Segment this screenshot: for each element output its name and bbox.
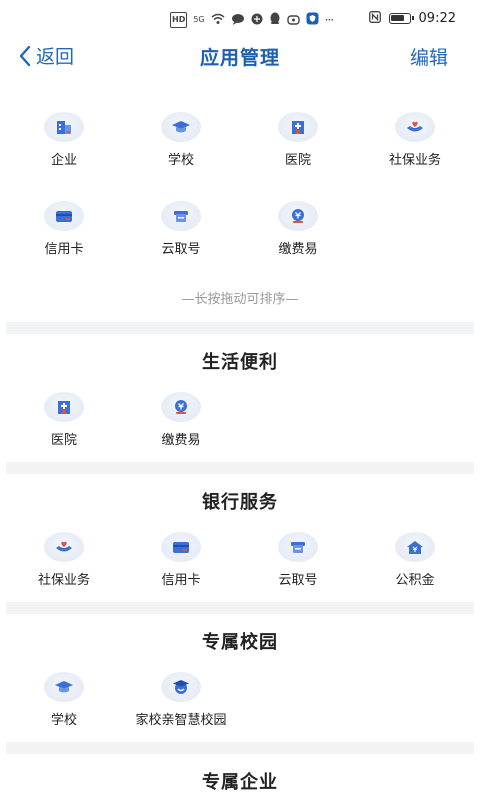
section-title-enterprise: 专属企业 xyxy=(202,772,278,793)
app-label: 云取号 xyxy=(278,573,318,588)
section-title-life: 生活便利 xyxy=(202,352,278,373)
qq-icon xyxy=(269,12,281,28)
hospital-icon xyxy=(44,392,84,422)
app-label: 缴费易 xyxy=(278,242,318,257)
social-security-icon xyxy=(395,112,435,142)
app-item-social-security[interactable]: 社保业务 xyxy=(5,532,123,588)
more-notifications-icon: ··· xyxy=(324,13,335,27)
nfc-icon xyxy=(368,11,381,26)
app-item-school[interactable]: 学校 xyxy=(122,112,240,168)
app-header: 返回 应用管理 编辑 xyxy=(0,38,480,78)
app-item-school[interactable]: 学校 xyxy=(5,672,123,728)
queue-ticket-icon xyxy=(278,532,318,562)
credit-card-icon xyxy=(161,532,201,562)
section-divider xyxy=(6,742,474,754)
payment-icon xyxy=(161,392,201,422)
enterprise-icon xyxy=(44,112,84,142)
shield-app-icon xyxy=(306,12,319,28)
section-divider xyxy=(6,322,474,334)
app-label: 学校 xyxy=(167,153,194,168)
payment-icon xyxy=(278,201,318,231)
app-notification-icon xyxy=(251,13,263,28)
app-item-hospital[interactable]: 医院 xyxy=(5,392,123,448)
app-label: 缴费易 xyxy=(161,433,201,448)
app-item-queue-ticket[interactable]: 云取号 xyxy=(239,532,357,588)
app-item-social-security[interactable]: 社保业务 xyxy=(356,112,474,168)
my-apps-grid: 企业 学校 医院 社保业务 信用卡 云取号 缴费易 xyxy=(0,112,480,272)
section-divider xyxy=(6,462,474,474)
school-icon xyxy=(44,672,84,702)
app-item-credit-card[interactable]: 信用卡 xyxy=(122,532,240,588)
section-title-bank: 银行服务 xyxy=(202,492,278,513)
section-divider xyxy=(6,602,474,614)
app-item-smart-campus[interactable]: 家校亲智慧校园 xyxy=(122,672,240,728)
app-label: 云取号 xyxy=(161,242,201,257)
social-security-icon xyxy=(44,532,84,562)
message-icon xyxy=(231,13,245,28)
queue-ticket-icon xyxy=(161,201,201,231)
wifi-icon xyxy=(211,13,225,28)
app-item-payment[interactable]: 缴费易 xyxy=(239,201,357,257)
app-item-credit-card[interactable]: 信用卡 xyxy=(5,201,123,257)
app-item-payment[interactable]: 缴费易 xyxy=(122,392,240,448)
housing-fund-icon xyxy=(395,532,435,562)
smart-campus-icon xyxy=(161,672,201,702)
section-title-campus: 专属校园 xyxy=(202,632,278,653)
edit-button[interactable]: 编辑 xyxy=(410,43,448,70)
app-item-housing-fund[interactable]: 公积金 xyxy=(356,532,474,588)
hospital-icon xyxy=(278,112,318,142)
life-section-grid: 医院 缴费易 xyxy=(0,392,480,452)
battery-icon xyxy=(388,13,414,24)
app-label: 家校亲智慧校园 xyxy=(135,713,227,728)
signal-icon: 5G xyxy=(193,15,205,24)
clock: 09:22 xyxy=(418,11,456,26)
campus-section-grid: 学校 家校亲智慧校园 xyxy=(0,672,480,732)
app-label: 企业 xyxy=(50,153,77,168)
app-label: 学校 xyxy=(50,713,77,728)
app-label: 社保业务 xyxy=(388,153,441,168)
bag-icon xyxy=(286,13,300,28)
sort-hint: —长按拖动可排序— xyxy=(181,292,299,307)
app-item-hospital[interactable]: 医院 xyxy=(239,112,357,168)
status-bar: HD 5G ··· 09:22 xyxy=(0,0,480,38)
hd-badge: HD xyxy=(170,12,188,28)
app-item-enterprise[interactable]: 企业 xyxy=(5,112,123,168)
page-title: 应用管理 xyxy=(199,47,280,69)
app-label: 医院 xyxy=(284,153,311,168)
status-icons-right: 09:22 xyxy=(368,11,456,26)
status-icons-left: HD 5G ··· xyxy=(170,12,335,28)
app-label: 社保业务 xyxy=(37,573,90,588)
app-item-queue-ticket[interactable]: 云取号 xyxy=(122,201,240,257)
app-label: 公积金 xyxy=(395,573,435,588)
bank-section-grid: 社保业务 信用卡 云取号 公积金 xyxy=(0,532,480,592)
school-icon xyxy=(161,112,201,142)
app-label: 信用卡 xyxy=(161,573,201,588)
credit-card-icon xyxy=(44,201,84,231)
app-label: 医院 xyxy=(50,433,77,448)
app-label: 信用卡 xyxy=(44,242,84,257)
